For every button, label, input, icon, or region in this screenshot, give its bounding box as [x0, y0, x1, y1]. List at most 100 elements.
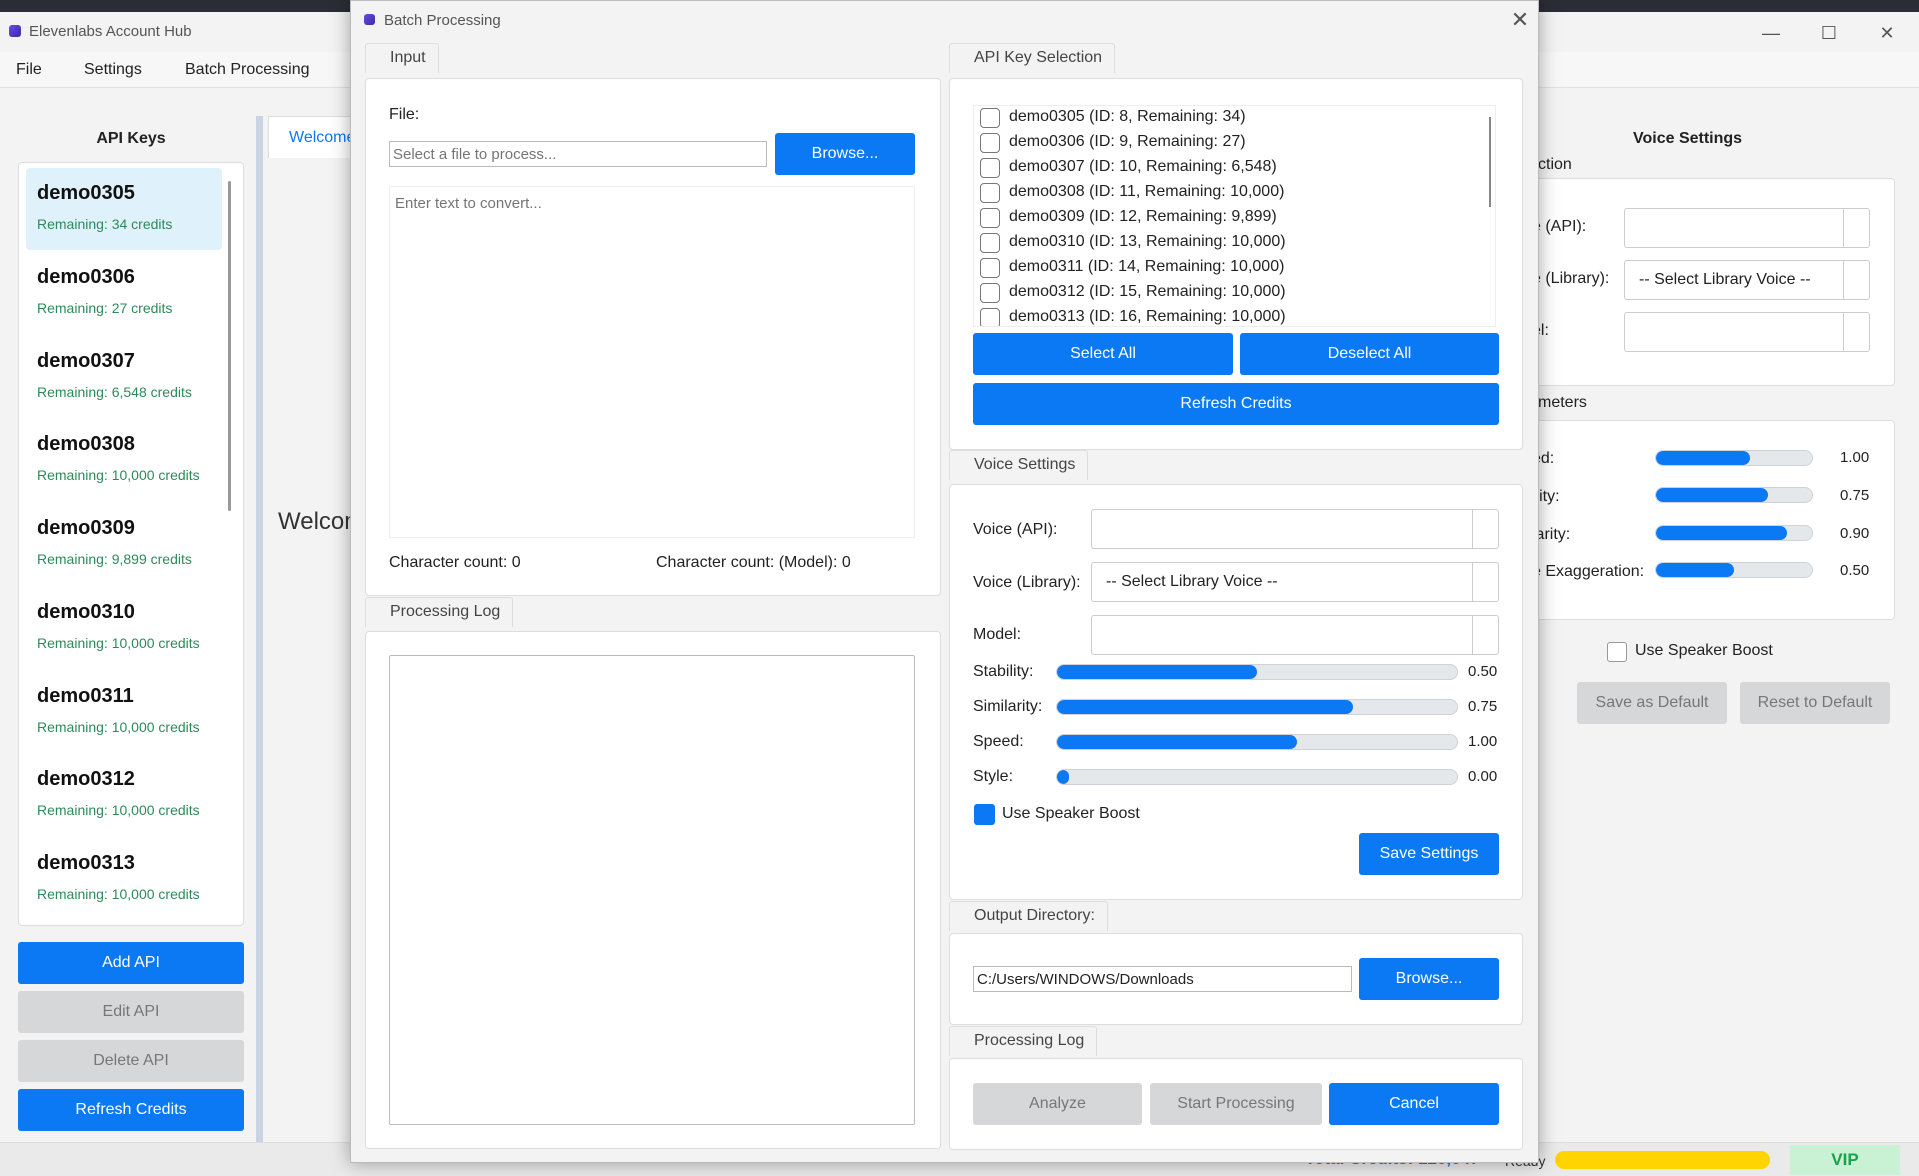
checkbox[interactable] [980, 133, 1000, 153]
api-key-option-label: demo0305 (ID: 8, Remaining: 34) [1009, 108, 1246, 125]
voice-library-value: -- Select Library Voice -- [1106, 573, 1278, 590]
chevron-down-icon [1843, 313, 1869, 351]
slider-fill [1057, 735, 1297, 749]
processing-log-group-title: Processing Log [365, 597, 514, 627]
main-window-title: Elevenlabs Account Hub [29, 23, 192, 40]
speaker-boost-checkbox[interactable] [974, 804, 995, 825]
speaker-boost-label: Use Speaker Boost [1635, 642, 1773, 659]
menu-file[interactable]: File [16, 61, 42, 79]
voice-api-label: e (API): [1532, 218, 1587, 235]
checkbox[interactable] [980, 308, 1000, 326]
param-slider[interactable] [1655, 487, 1813, 503]
list-scrollbar[interactable] [228, 181, 231, 511]
refresh-credits-button[interactable]: Refresh Credits [18, 1089, 244, 1131]
close-icon[interactable]: ✕ [1864, 18, 1910, 48]
browse-file-button[interactable]: Browse... [775, 133, 915, 175]
checkbox[interactable] [980, 233, 1000, 253]
api-card[interactable]: demo0305 Remaining: 34 credits [26, 168, 222, 250]
model-dropdown[interactable] [1091, 615, 1499, 655]
voice-api-dropdown[interactable] [1091, 509, 1499, 549]
browse-output-button[interactable]: Browse... [1359, 958, 1499, 1000]
api-card-name: demo0310 [37, 601, 135, 623]
speed-slider[interactable] [1056, 734, 1458, 750]
start-processing-button[interactable]: Start Processing [1150, 1083, 1322, 1125]
api-card-remaining: Remaining: 9,899 credits [37, 551, 192, 567]
slider-fill [1656, 526, 1788, 540]
api-card-remaining: Remaining: 27 credits [37, 300, 173, 316]
reset-to-default-button[interactable]: Reset to Default [1740, 682, 1890, 724]
checkbox[interactable] [980, 283, 1000, 303]
api-card-name: demo0311 [37, 685, 134, 707]
api-card[interactable]: demo0313 Remaining: 10,000 credits [26, 838, 222, 920]
menu-settings[interactable]: Settings [84, 61, 142, 79]
voice-settings-group-title: Voice Settings [949, 450, 1089, 480]
param-slider[interactable] [1655, 450, 1813, 466]
chevron-down-icon [1472, 616, 1498, 654]
minimize-icon[interactable]: — [1748, 18, 1794, 48]
save-as-default-button[interactable]: Save as Default [1577, 682, 1727, 724]
checkbox[interactable] [980, 258, 1000, 278]
api-key-checklist[interactable]: demo0305 (ID: 8, Remaining: 34) demo0306… [973, 105, 1496, 327]
key-list-scrollbar[interactable] [1489, 117, 1491, 207]
voice-settings-title: Voice Settings [1633, 130, 1743, 147]
speaker-boost-checkbox[interactable] [1607, 642, 1627, 662]
edit-api-button[interactable]: Edit API [18, 991, 244, 1033]
api-card-remaining: Remaining: 10,000 credits [37, 635, 200, 651]
api-card[interactable]: demo0306 Remaining: 27 credits [26, 252, 222, 334]
api-key-list[interactable]: demo0305 Remaining: 34 credits demo0306 … [18, 162, 244, 926]
input-group-title: Input [365, 43, 439, 73]
select-all-button[interactable]: Select All [973, 333, 1233, 375]
similarity-slider[interactable] [1056, 699, 1458, 715]
stability-slider[interactable] [1056, 664, 1458, 680]
save-settings-button[interactable]: Save Settings [1359, 833, 1499, 875]
param-slider[interactable] [1655, 562, 1813, 578]
voice-library-value: -- Select Library Voice -- [1639, 271, 1811, 288]
voice-api-dropdown[interactable] [1624, 208, 1870, 248]
refresh-credits-button[interactable]: Refresh Credits [973, 383, 1499, 425]
model-dropdown[interactable] [1624, 312, 1870, 352]
output-directory-input[interactable] [973, 966, 1352, 992]
style-label: Style: [973, 768, 1014, 785]
text-to-convert-input[interactable] [389, 186, 915, 538]
close-icon[interactable]: ✕ [1506, 6, 1534, 34]
model-label: Model: [973, 626, 1022, 643]
api-card[interactable]: demo0312 Remaining: 10,000 credits [26, 754, 222, 836]
api-card-remaining: Remaining: 10,000 credits [37, 802, 200, 818]
style-slider[interactable] [1056, 769, 1458, 785]
dialog-title: Batch Processing [384, 12, 501, 29]
api-card-name: demo0306 [37, 266, 135, 288]
add-api-button[interactable]: Add API [18, 942, 244, 984]
chevron-down-icon [1472, 563, 1498, 601]
speed-value: 1.00 [1468, 733, 1498, 750]
analyze-button[interactable]: Analyze [973, 1083, 1142, 1125]
api-card[interactable]: demo0309 Remaining: 9,899 credits [26, 503, 222, 585]
voice-library-label: e (Library): [1532, 270, 1610, 287]
api-card[interactable]: demo0311 Remaining: 10,000 credits [26, 671, 222, 753]
cancel-button[interactable]: Cancel [1329, 1083, 1499, 1125]
checkbox[interactable] [980, 108, 1000, 128]
file-label: File: [389, 106, 420, 123]
api-card[interactable]: demo0308 Remaining: 10,000 credits [26, 419, 222, 501]
checkbox[interactable] [980, 158, 1000, 178]
menu-batch-processing[interactable]: Batch Processing [185, 61, 310, 79]
maximize-icon[interactable]: ☐ [1806, 18, 1852, 48]
api-card-name: demo0312 [37, 768, 135, 790]
param-slider[interactable] [1655, 525, 1813, 541]
chevron-down-icon [1843, 209, 1869, 247]
voice-library-dropdown[interactable]: -- Select Library Voice -- [1091, 562, 1499, 602]
param-value: 1.00 [1840, 449, 1870, 466]
api-key-option-label: demo0306 (ID: 9, Remaining: 27) [1009, 133, 1246, 150]
api-card[interactable]: demo0310 Remaining: 10,000 credits [26, 587, 222, 669]
api-key-option-label: demo0310 (ID: 13, Remaining: 10,000) [1009, 233, 1286, 250]
dialog-titlebar: Batch Processing ✕ [351, 1, 1538, 39]
file-path-input[interactable] [389, 141, 767, 167]
delete-api-button[interactable]: Delete API [18, 1040, 244, 1082]
checkbox[interactable] [980, 183, 1000, 203]
deselect-all-button[interactable]: Deselect All [1240, 333, 1499, 375]
voice-library-dropdown[interactable]: -- Select Library Voice -- [1624, 260, 1870, 300]
panel-splitter[interactable] [256, 116, 263, 1148]
checkbox[interactable] [980, 208, 1000, 228]
app-logo-icon [364, 14, 375, 25]
speed-label: Speed: [973, 733, 1024, 750]
api-card[interactable]: demo0307 Remaining: 6,548 credits [26, 336, 222, 418]
